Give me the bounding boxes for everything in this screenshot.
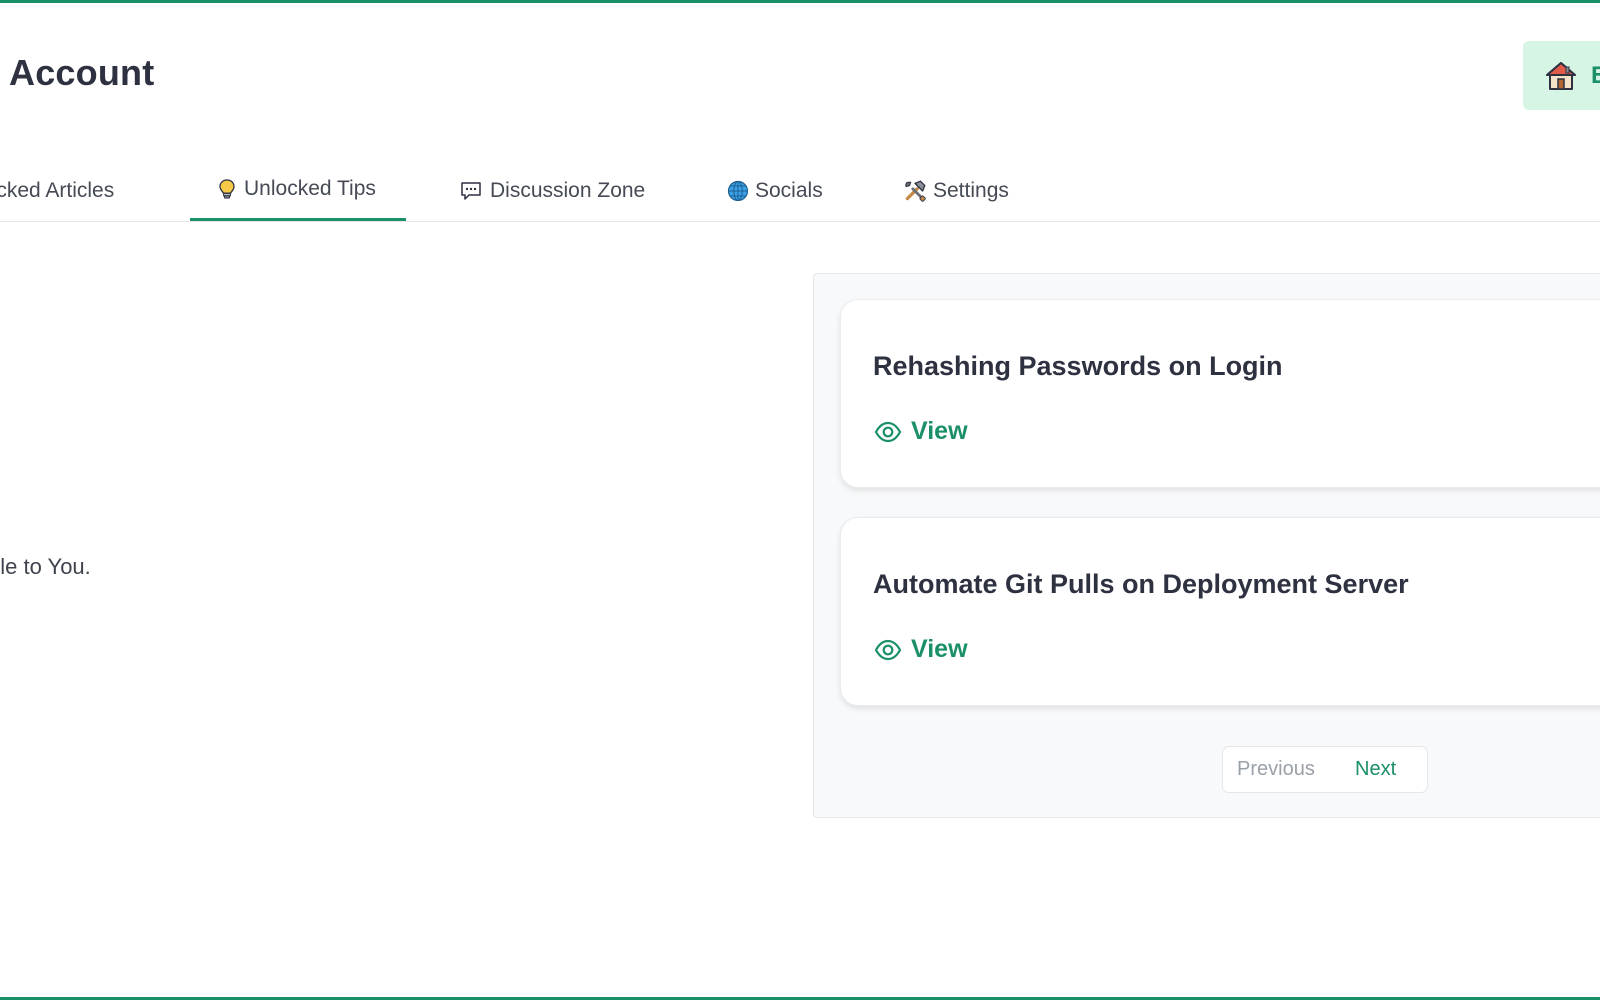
tab-socials[interactable]: Socials (727, 160, 823, 221)
next-page-button[interactable]: Next (1355, 758, 1396, 781)
top-accent-bar (0, 0, 1600, 3)
tab-label: Discussion Zone (490, 178, 646, 202)
tab-discussion-zone[interactable]: Discussion Zone (458, 160, 645, 221)
page-frame: Account B locked Articles Unlocked Tips (0, 0, 1600, 1000)
tab-unlocked-articles[interactable]: locked Articles (0, 160, 114, 221)
tab-label: Settings (933, 178, 1009, 202)
tab-label: Unlocked Tips (244, 177, 376, 200)
empty-state-message: ble to You. (0, 554, 91, 579)
tip-title: Rehashing Passwords on Login (873, 351, 1283, 381)
house-icon (1546, 61, 1576, 90)
view-tip-button[interactable]: View (874, 417, 968, 446)
back-home-label: B (1591, 61, 1600, 89)
tab-settings[interactable]: Settings (903, 160, 1009, 221)
view-tip-button[interactable]: View (874, 635, 968, 664)
view-label: View (911, 635, 968, 663)
globe-icon (727, 180, 749, 201)
account-tabs: locked Articles Unlocked Tips Discussion… (0, 160, 1600, 222)
tab-label: Socials (755, 178, 823, 202)
tip-card: Automate Git Pulls on Deployment Server … (840, 517, 1600, 706)
tip-title: Automate Git Pulls on Deployment Server (873, 569, 1409, 599)
eye-icon (874, 639, 902, 660)
eye-icon (874, 421, 902, 442)
tip-card: Rehashing Passwords on Login View (840, 299, 1600, 488)
back-home-button[interactable]: B (1523, 41, 1600, 110)
view-label: View (911, 417, 968, 445)
tab-unlocked-tips[interactable]: Unlocked Tips (190, 160, 406, 221)
pagination: Previous Next (1222, 746, 1428, 793)
tools-icon (905, 180, 926, 202)
speech-bubble-icon (461, 181, 481, 200)
page-title: Account (9, 52, 155, 93)
tab-label: locked Articles (0, 178, 115, 202)
previous-page-button[interactable]: Previous (1223, 758, 1355, 781)
lightbulb-icon (219, 179, 235, 199)
